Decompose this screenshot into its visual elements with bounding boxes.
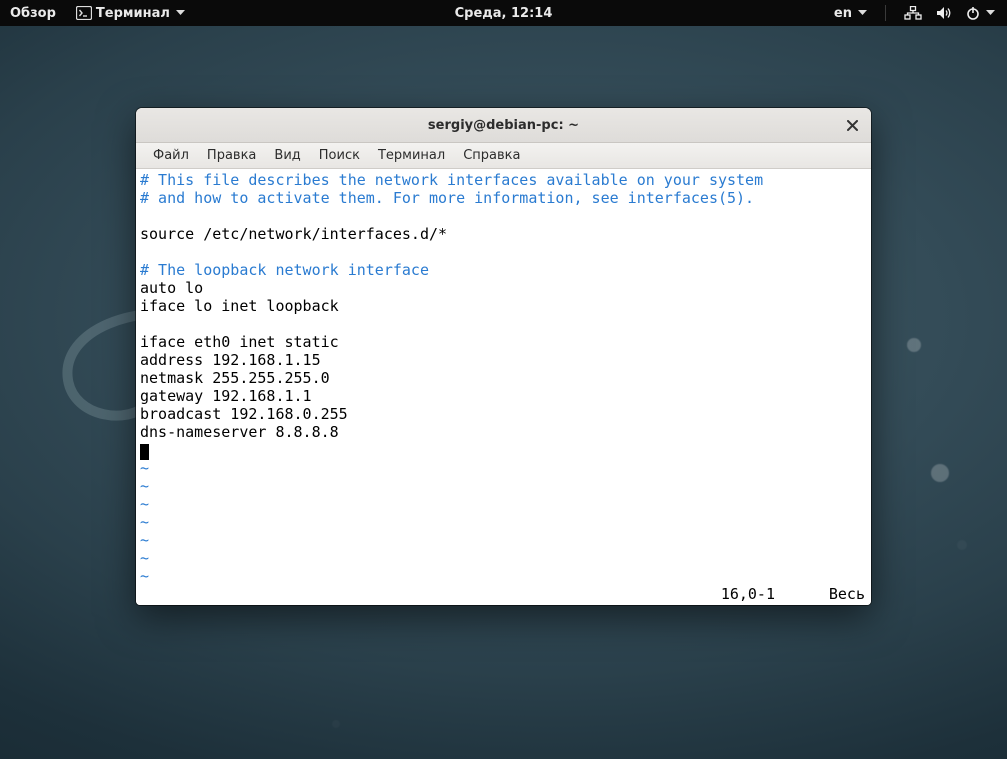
- wallpaper-dot: [957, 540, 967, 550]
- chevron-down-icon: [858, 10, 867, 16]
- power-indicator[interactable]: [966, 6, 995, 20]
- app-menu-label: Терминал: [96, 6, 170, 21]
- close-button[interactable]: [843, 116, 861, 134]
- chevron-down-icon: [176, 10, 185, 16]
- input-source-label: en: [834, 6, 852, 21]
- vim-statusline: 16,0-1 Весь: [140, 585, 865, 603]
- close-icon: [847, 120, 858, 131]
- terminal-window: sergiy@debian-pc: ~ Файл Правка Вид Поис…: [136, 108, 871, 605]
- network-indicator[interactable]: [904, 6, 922, 20]
- wallpaper-dot: [332, 720, 340, 728]
- gnome-topbar: Обзор Терминал Среда, 12:14 en: [0, 0, 1007, 26]
- chevron-down-icon: [986, 10, 995, 16]
- cursor-position: 16,0-1: [721, 585, 775, 603]
- window-titlebar[interactable]: sergiy@debian-pc: ~: [136, 108, 871, 143]
- wallpaper-dot: [931, 464, 949, 482]
- editor-content: # This file describes the network interf…: [140, 171, 867, 585]
- menubar: Файл Правка Вид Поиск Терминал Справка: [136, 143, 871, 169]
- desktop: Обзор Терминал Среда, 12:14 en: [0, 0, 1007, 759]
- menu-file[interactable]: Файл: [144, 145, 198, 166]
- terminal-viewport[interactable]: # This file describes the network interf…: [136, 169, 871, 605]
- menu-help[interactable]: Справка: [454, 145, 529, 166]
- activities-button[interactable]: Обзор: [10, 6, 56, 21]
- window-title: sergiy@debian-pc: ~: [136, 118, 871, 133]
- menu-search[interactable]: Поиск: [310, 145, 369, 166]
- network-wired-icon: [904, 6, 922, 20]
- menu-terminal[interactable]: Терминал: [369, 145, 454, 166]
- divider: [885, 5, 886, 21]
- input-source-indicator[interactable]: en: [834, 6, 867, 21]
- menu-view[interactable]: Вид: [265, 145, 309, 166]
- power-icon: [966, 6, 980, 20]
- scroll-indicator: Весь: [775, 585, 865, 603]
- volume-icon: [936, 6, 952, 20]
- menu-edit[interactable]: Правка: [198, 145, 265, 166]
- app-menu[interactable]: Терминал: [76, 6, 185, 21]
- clock[interactable]: Среда, 12:14: [455, 6, 553, 21]
- terminal-icon: [76, 6, 92, 20]
- volume-indicator[interactable]: [936, 6, 952, 20]
- wallpaper-dot: [907, 338, 921, 352]
